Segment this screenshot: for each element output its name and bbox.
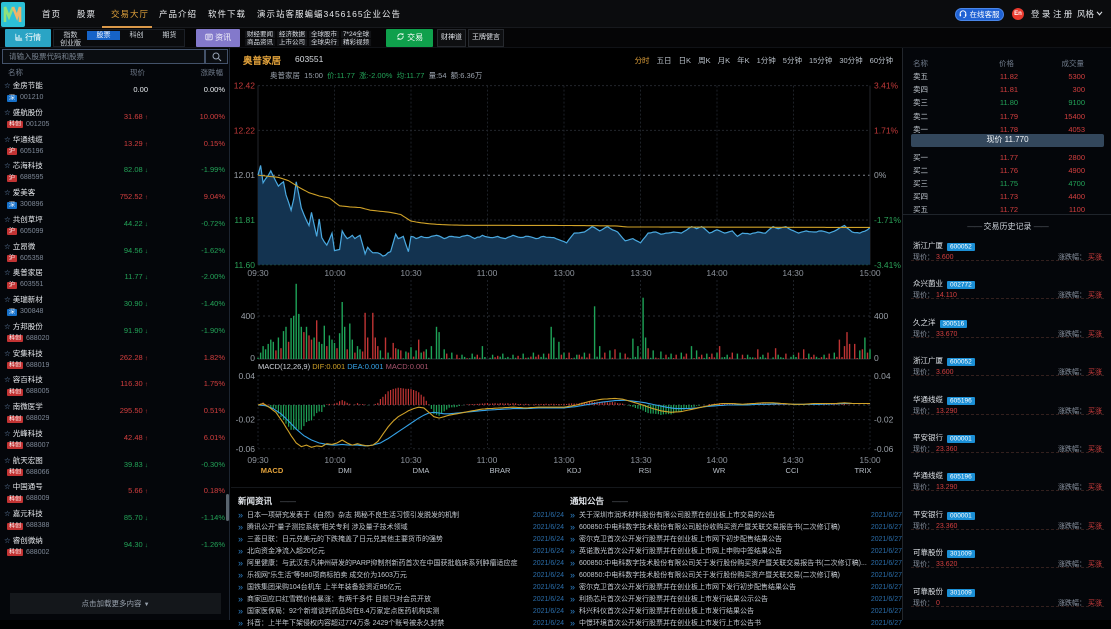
svg-text:14:00: 14:00 [706, 268, 728, 278]
svg-text:-0.06: -0.06 [874, 444, 894, 454]
svg-text:13:30: 13:30 [630, 268, 652, 278]
svg-text:1.71%: 1.71% [874, 125, 899, 135]
svg-text:0.04: 0.04 [874, 371, 891, 381]
svg-text:11:00: 11:00 [477, 455, 498, 465]
svg-text:-0.02: -0.02 [874, 415, 894, 425]
svg-text:13:00: 13:00 [553, 455, 575, 465]
svg-text:0: 0 [250, 353, 255, 363]
svg-text:10:00: 10:00 [324, 268, 346, 278]
svg-text:3.41%: 3.41% [874, 81, 899, 91]
svg-text:10:30: 10:30 [400, 455, 422, 465]
svg-text:400: 400 [874, 311, 888, 321]
svg-text:0: 0 [874, 353, 879, 363]
svg-text:10:30: 10:30 [400, 268, 422, 278]
svg-text:12.42: 12.42 [234, 81, 256, 91]
svg-text:-1.71%: -1.71% [874, 215, 901, 225]
svg-text:13:00: 13:00 [553, 268, 575, 278]
svg-text:14:30: 14:30 [782, 268, 804, 278]
svg-text:14:00: 14:00 [706, 455, 728, 465]
svg-text:400: 400 [241, 311, 255, 321]
svg-text:12.22: 12.22 [234, 125, 256, 135]
svg-text:10:00: 10:00 [324, 455, 346, 465]
svg-text:13:30: 13:30 [630, 455, 652, 465]
svg-text:-0.06: -0.06 [236, 444, 256, 454]
svg-text:09:30: 09:30 [247, 455, 269, 465]
svg-text:0%: 0% [874, 170, 887, 180]
svg-text:15:00: 15:00 [859, 268, 881, 278]
svg-text:-0.02: -0.02 [236, 415, 256, 425]
svg-text:12.01: 12.01 [234, 170, 256, 180]
svg-text:11:00: 11:00 [477, 268, 498, 278]
svg-text:14:30: 14:30 [782, 455, 804, 465]
svg-text:15:00: 15:00 [859, 455, 881, 465]
svg-text:0.04: 0.04 [238, 371, 255, 381]
svg-text:09:30: 09:30 [247, 268, 269, 278]
svg-text:11.81: 11.81 [234, 215, 255, 225]
